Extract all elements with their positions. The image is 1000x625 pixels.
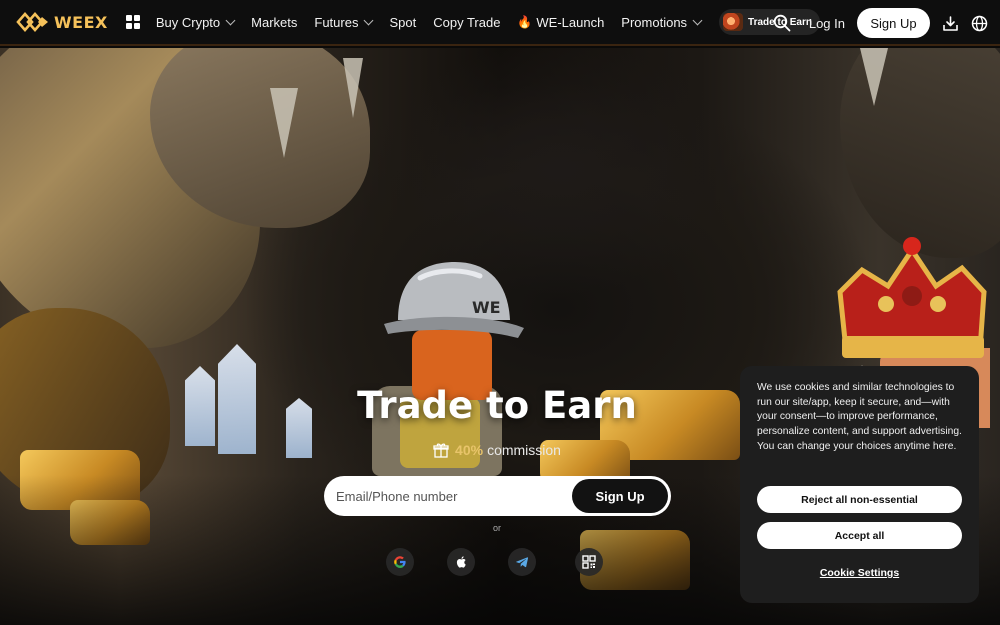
search-icon[interactable] (773, 14, 791, 32)
nav-item-we-launch[interactable]: 🔥 WE-Launch (517, 15, 604, 30)
qr-login-button[interactable] (575, 548, 603, 576)
hero-signup-form: Sign Up (324, 476, 671, 516)
cookie-message: We use cookies and similar technologies … (757, 382, 962, 452)
reject-cookies-button[interactable]: Reject all non-essential (757, 486, 962, 513)
stalactite (343, 58, 363, 118)
google-login-button[interactable] (386, 548, 414, 576)
email-phone-input[interactable] (324, 476, 572, 516)
fire-icon: 🔥 (517, 15, 533, 29)
nav-item-promotions[interactable]: Promotions (621, 14, 703, 30)
chevron-down-icon (225, 15, 236, 25)
stalactite (860, 48, 888, 106)
promo-thumbnail (723, 13, 744, 31)
nav-item-markets[interactable]: Markets (251, 15, 297, 30)
weex-logo-icon (16, 12, 48, 32)
chevron-down-icon (364, 15, 374, 25)
nav-item-label: Buy Crypto (155, 14, 221, 30)
main-menu: Buy Crypto Markets Futures Spot Copy Tra… (156, 9, 820, 35)
weex-logo[interactable]: WEEX (16, 0, 108, 45)
hero-signup-button[interactable]: Sign Up (572, 479, 668, 513)
nav-item-spot[interactable]: Spot (389, 15, 416, 30)
nav-item-label: Promotions (621, 14, 688, 30)
commission-label: commission (487, 442, 561, 458)
nav-item-copy-trade[interactable]: Copy Trade (433, 15, 500, 30)
nav-item-label: Spot (389, 14, 417, 30)
nav-item-label: WE-Launch (536, 14, 605, 30)
hero-banner: WE 751 Trade to Earn 40% commission Si (0, 48, 1000, 625)
login-link[interactable]: Log In (809, 16, 845, 31)
miner-helmet-image: WE (384, 262, 524, 338)
apple-icon (456, 556, 466, 568)
nav-signup-button[interactable]: Sign Up (857, 8, 930, 38)
accept-cookies-button[interactable]: Accept all (757, 522, 962, 549)
cookie-consent-panel: We use cookies and similar technologies … (740, 366, 979, 603)
apps-grid-icon[interactable] (125, 15, 140, 29)
nav-actions: Log In Sign Up (773, 0, 1000, 46)
stalactite (270, 88, 298, 158)
crown-image (837, 237, 987, 358)
apple-login-button[interactable] (447, 548, 475, 576)
gift-icon (433, 443, 449, 458)
cookie-settings-link[interactable]: Cookie Settings (740, 567, 979, 579)
top-navbar: WEEX Buy Crypto Markets Futures Spot Cop… (0, 0, 1000, 46)
telegram-icon (516, 557, 529, 568)
globe-icon[interactable] (971, 15, 988, 32)
google-icon (394, 556, 406, 568)
nav-item-label: Markets (251, 14, 298, 30)
qr-code-icon (582, 555, 596, 569)
nav-item-buy-crypto[interactable]: Buy Crypto (155, 14, 236, 30)
nav-item-label: Futures (314, 14, 359, 30)
nav-item-futures[interactable]: Futures (314, 14, 374, 30)
chevron-down-icon (692, 15, 703, 25)
brand-name: WEEX (54, 12, 108, 32)
download-icon[interactable] (942, 15, 959, 32)
svg-text:WE: WE (472, 298, 501, 317)
nav-item-label: Copy Trade (433, 14, 501, 30)
telegram-login-button[interactable] (508, 548, 536, 576)
commission-percent: 40% (455, 442, 484, 458)
